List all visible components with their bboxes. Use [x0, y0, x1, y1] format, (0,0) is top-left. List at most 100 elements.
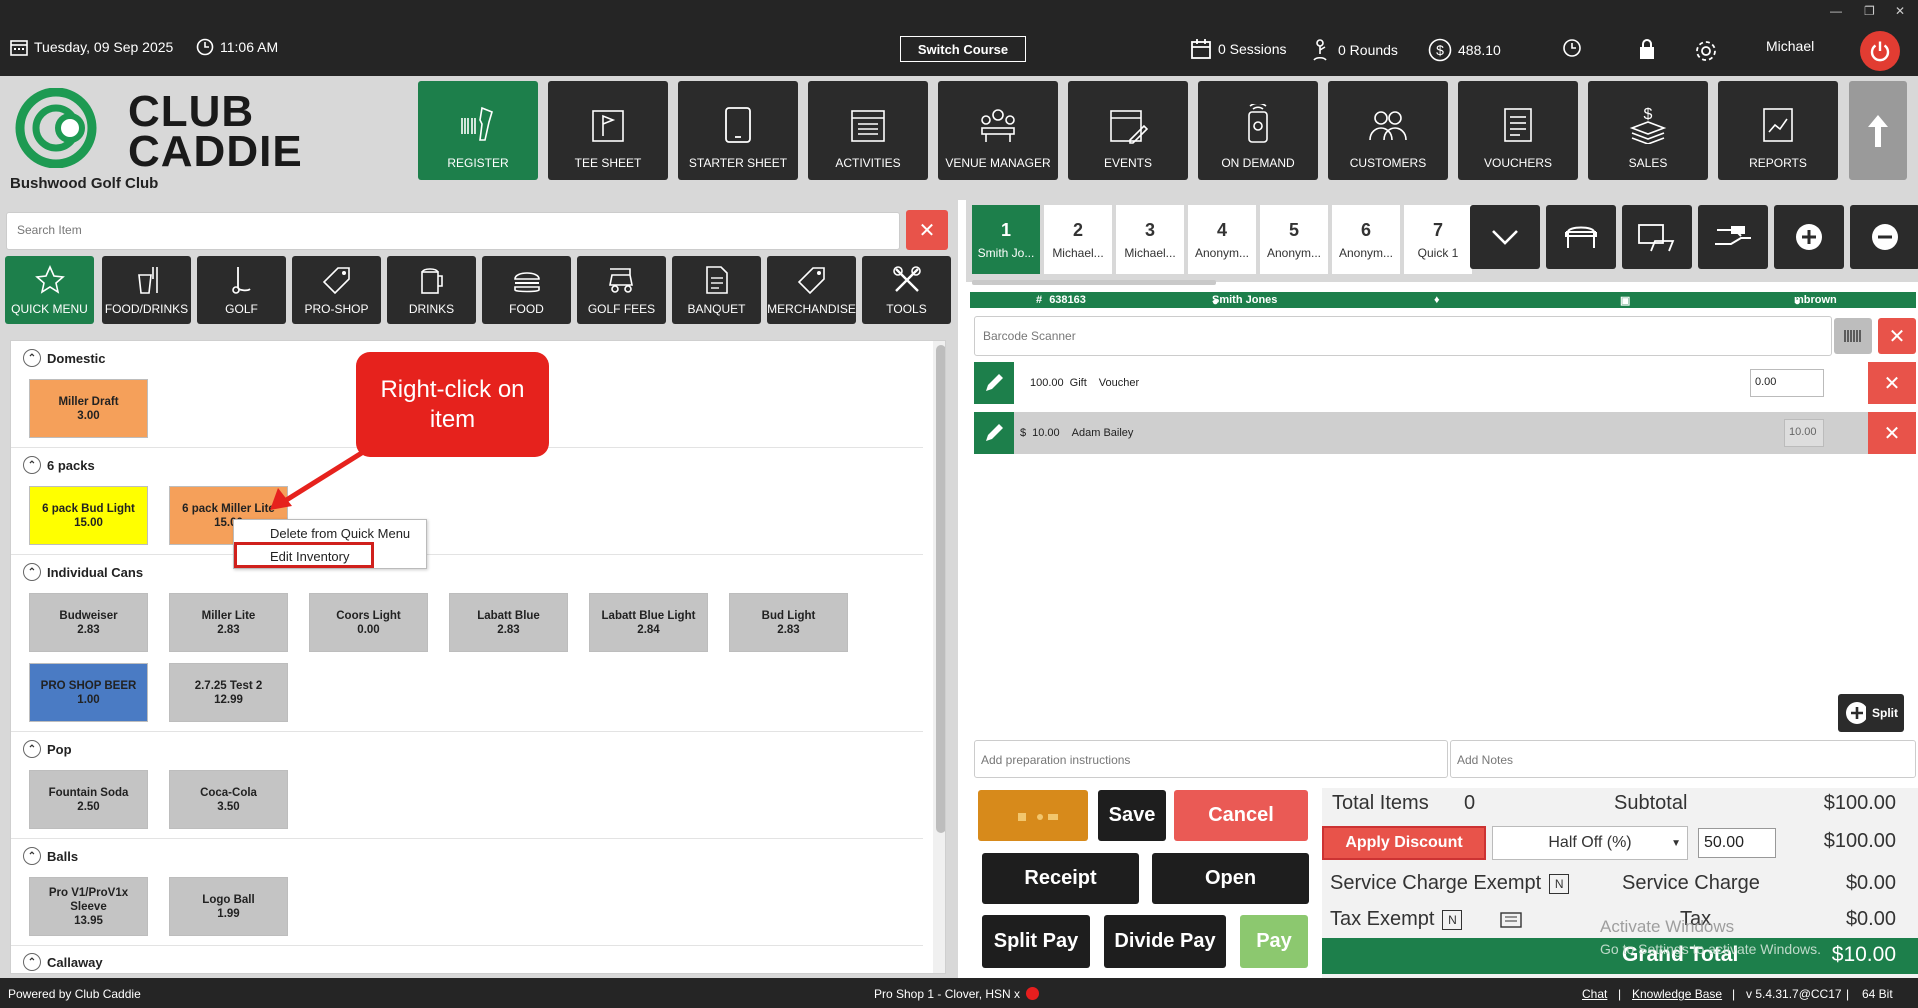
tax-exempt[interactable]: Tax Exempt N	[1330, 908, 1463, 931]
clear-search-button[interactable]: ✕	[906, 210, 948, 250]
more-tabs-button[interactable]	[1470, 205, 1540, 269]
item-pro-shop-beer[interactable]: PRO SHOP BEER 1.00	[29, 663, 148, 722]
nav-register[interactable]: REGISTER	[418, 81, 538, 180]
split-pay-button[interactable]: Split Pay	[982, 915, 1090, 968]
balance-display[interactable]: $ 488.10	[1428, 38, 1501, 62]
line-value-input[interactable]: 10.00	[1784, 419, 1824, 447]
chevron-up-icon[interactable]: ⌃	[23, 740, 41, 758]
line-item-adam-bailey[interactable]: $ 10.00 Adam Bailey 10.00 ✕	[974, 412, 1916, 454]
minimize-icon[interactable]: —	[1830, 4, 1842, 18]
section-balls[interactable]: ⌃ Balls	[23, 847, 78, 865]
add-tab-button[interactable]	[1774, 205, 1844, 269]
nav-customers[interactable]: CUSTOMERS	[1328, 81, 1448, 180]
chevron-up-icon[interactable]: ⌃	[23, 563, 41, 581]
category-quick-menu[interactable]: QUICK MENU	[5, 256, 94, 324]
close-window-icon[interactable]: ✕	[1895, 4, 1905, 18]
delete-line-button[interactable]: ✕	[1868, 362, 1916, 404]
service-charge-exempt[interactable]: Service Charge Exempt N	[1330, 872, 1570, 895]
logout-button[interactable]	[1860, 31, 1900, 71]
sessions-display[interactable]: 0 Sessions	[1190, 38, 1286, 60]
table-icon[interactable]: ▣	[1620, 294, 1630, 307]
item-labatt-blue[interactable]: Labatt Blue 2.83	[449, 593, 568, 652]
rounds-display[interactable]: 0 Rounds	[1308, 38, 1398, 62]
item-6-pack-bud-light[interactable]: 6 pack Bud Light 15.00	[29, 486, 148, 545]
service-exempt-checkbox[interactable]: N	[1549, 873, 1570, 894]
nav-events[interactable]: EVENTS	[1068, 81, 1188, 180]
line-item-voucher[interactable]: 100.00 Gift Voucher 0.00 ✕	[974, 362, 1916, 404]
category-pro-shop[interactable]: PRO-SHOP	[292, 256, 381, 324]
server-name[interactable]: ● mbrown	[1794, 294, 1837, 308]
nav-venue-manager[interactable]: VENUE MANAGER	[938, 81, 1058, 180]
order-tab-4[interactable]: 4 Anonym...	[1188, 205, 1256, 274]
category-merchandise[interactable]: MERCHANDISE	[767, 256, 856, 324]
discount-value-input[interactable]: 50.00	[1698, 828, 1776, 858]
chevron-up-icon[interactable]: ⌃	[23, 456, 41, 474]
nav-tee-sheet[interactable]: TEE SHEET	[548, 81, 668, 180]
item-pro-v1-sleeve[interactable]: Pro V1/ProV1x Sleeve 13.95	[29, 877, 148, 936]
nav-reports[interactable]: REPORTS	[1718, 81, 1838, 180]
category-drinks[interactable]: DRINKS	[387, 256, 476, 324]
chevron-up-icon[interactable]: ⌃	[23, 847, 41, 865]
split-button[interactable]: Split	[1866, 694, 1904, 732]
barcode-button[interactable]	[1834, 318, 1872, 354]
item-test-2[interactable]: 2.7.25 Test 2 12.99	[169, 663, 288, 722]
cancel-button[interactable]: Cancel	[1174, 790, 1308, 841]
item-logo-ball[interactable]: Logo Ball 1.99	[169, 877, 288, 936]
restore-icon[interactable]: ❐	[1864, 4, 1875, 18]
category-tools[interactable]: TOOLS	[862, 256, 951, 324]
item-miller-draft[interactable]: Miller Draft 3.00	[29, 379, 148, 438]
tabs-scrollbar[interactable]	[972, 280, 1216, 285]
tip-indicator[interactable]	[978, 790, 1088, 841]
barcode-scanner-input[interactable]: Barcode Scanner	[974, 316, 1832, 356]
history-button[interactable]	[1562, 38, 1582, 58]
order-tab-6[interactable]: 6 Anonym...	[1332, 205, 1400, 274]
menu-delete-from-quick-menu[interactable]: Delete from Quick Menu	[270, 523, 410, 543]
search-item-input[interactable]: Search Item	[6, 212, 900, 250]
scrollbar-thumb[interactable]	[936, 345, 945, 833]
lock-button[interactable]	[1638, 38, 1656, 60]
remove-tab-button[interactable]	[1850, 205, 1918, 269]
item-miller-lite[interactable]: Miller Lite 2.83	[169, 593, 288, 652]
user-name[interactable]: Michael	[1766, 38, 1814, 54]
table-button[interactable]	[1546, 205, 1616, 269]
section-domestic[interactable]: ⌃ Domestic	[23, 349, 106, 367]
category-golf-fees[interactable]: GOLF FEES	[577, 256, 666, 324]
section-individual-cans[interactable]: ⌃ Individual Cans	[23, 563, 143, 581]
category-golf[interactable]: GOLF	[197, 256, 286, 324]
collapse-nav-button[interactable]	[1849, 81, 1907, 180]
section-callaway[interactable]: ⌃ Callaway	[23, 953, 103, 971]
delete-line-button[interactable]: ✕	[1868, 412, 1916, 454]
preparation-instructions-input[interactable]: Add preparation instructions	[974, 740, 1448, 778]
tax-detail-icon[interactable]	[1500, 912, 1522, 928]
edit-line-button[interactable]	[974, 362, 1014, 404]
discount-type-select[interactable]: Half Off (%) ▼	[1492, 826, 1688, 860]
apply-discount-button[interactable]: Apply Discount	[1322, 826, 1486, 860]
tax-exempt-checkbox[interactable]: N	[1442, 909, 1463, 930]
nav-starter-sheet[interactable]: STARTER SHEET	[678, 81, 798, 180]
divide-pay-button[interactable]: Divide Pay	[1104, 915, 1226, 968]
section-pop[interactable]: ⌃ Pop	[23, 740, 72, 758]
category-banquet[interactable]: BANQUET	[672, 256, 761, 324]
line-value-input[interactable]: 0.00	[1750, 369, 1824, 397]
knowledge-base-link[interactable]: Knowledge Base	[1632, 987, 1722, 1001]
item-coors-light[interactable]: Coors Light 0.00	[309, 593, 428, 652]
customer-name[interactable]: ● Smith Jones	[1212, 294, 1277, 308]
receipt-button[interactable]: Receipt	[982, 853, 1139, 904]
save-button[interactable]: Save	[1098, 790, 1166, 841]
tap-payment-button[interactable]	[1622, 205, 1692, 269]
add-notes-input[interactable]: Add Notes	[1450, 740, 1916, 778]
settings-button[interactable]	[1693, 38, 1719, 64]
nav-on-demand[interactable]: ON DEMAND	[1198, 81, 1318, 180]
item-budweiser[interactable]: Budweiser 2.83	[29, 593, 148, 652]
order-tab-7[interactable]: 7 Quick 1	[1404, 205, 1472, 274]
category-food-drinks[interactable]: FOOD/DRINKS	[102, 256, 191, 324]
item-labatt-blue-light[interactable]: Labatt Blue Light 2.84	[589, 593, 708, 652]
pay-button[interactable]: Pay	[1240, 915, 1308, 968]
nav-vouchers[interactable]: VOUCHERS	[1458, 81, 1578, 180]
order-tab-1[interactable]: 1 Smith Jo...	[972, 205, 1040, 274]
clear-barcode-button[interactable]: ✕	[1878, 318, 1916, 354]
chevron-up-icon[interactable]: ⌃	[23, 953, 41, 971]
item-fountain-soda[interactable]: Fountain Soda 2.50	[29, 770, 148, 829]
nav-sales[interactable]: $ SALES	[1588, 81, 1708, 180]
category-food[interactable]: FOOD	[482, 256, 571, 324]
